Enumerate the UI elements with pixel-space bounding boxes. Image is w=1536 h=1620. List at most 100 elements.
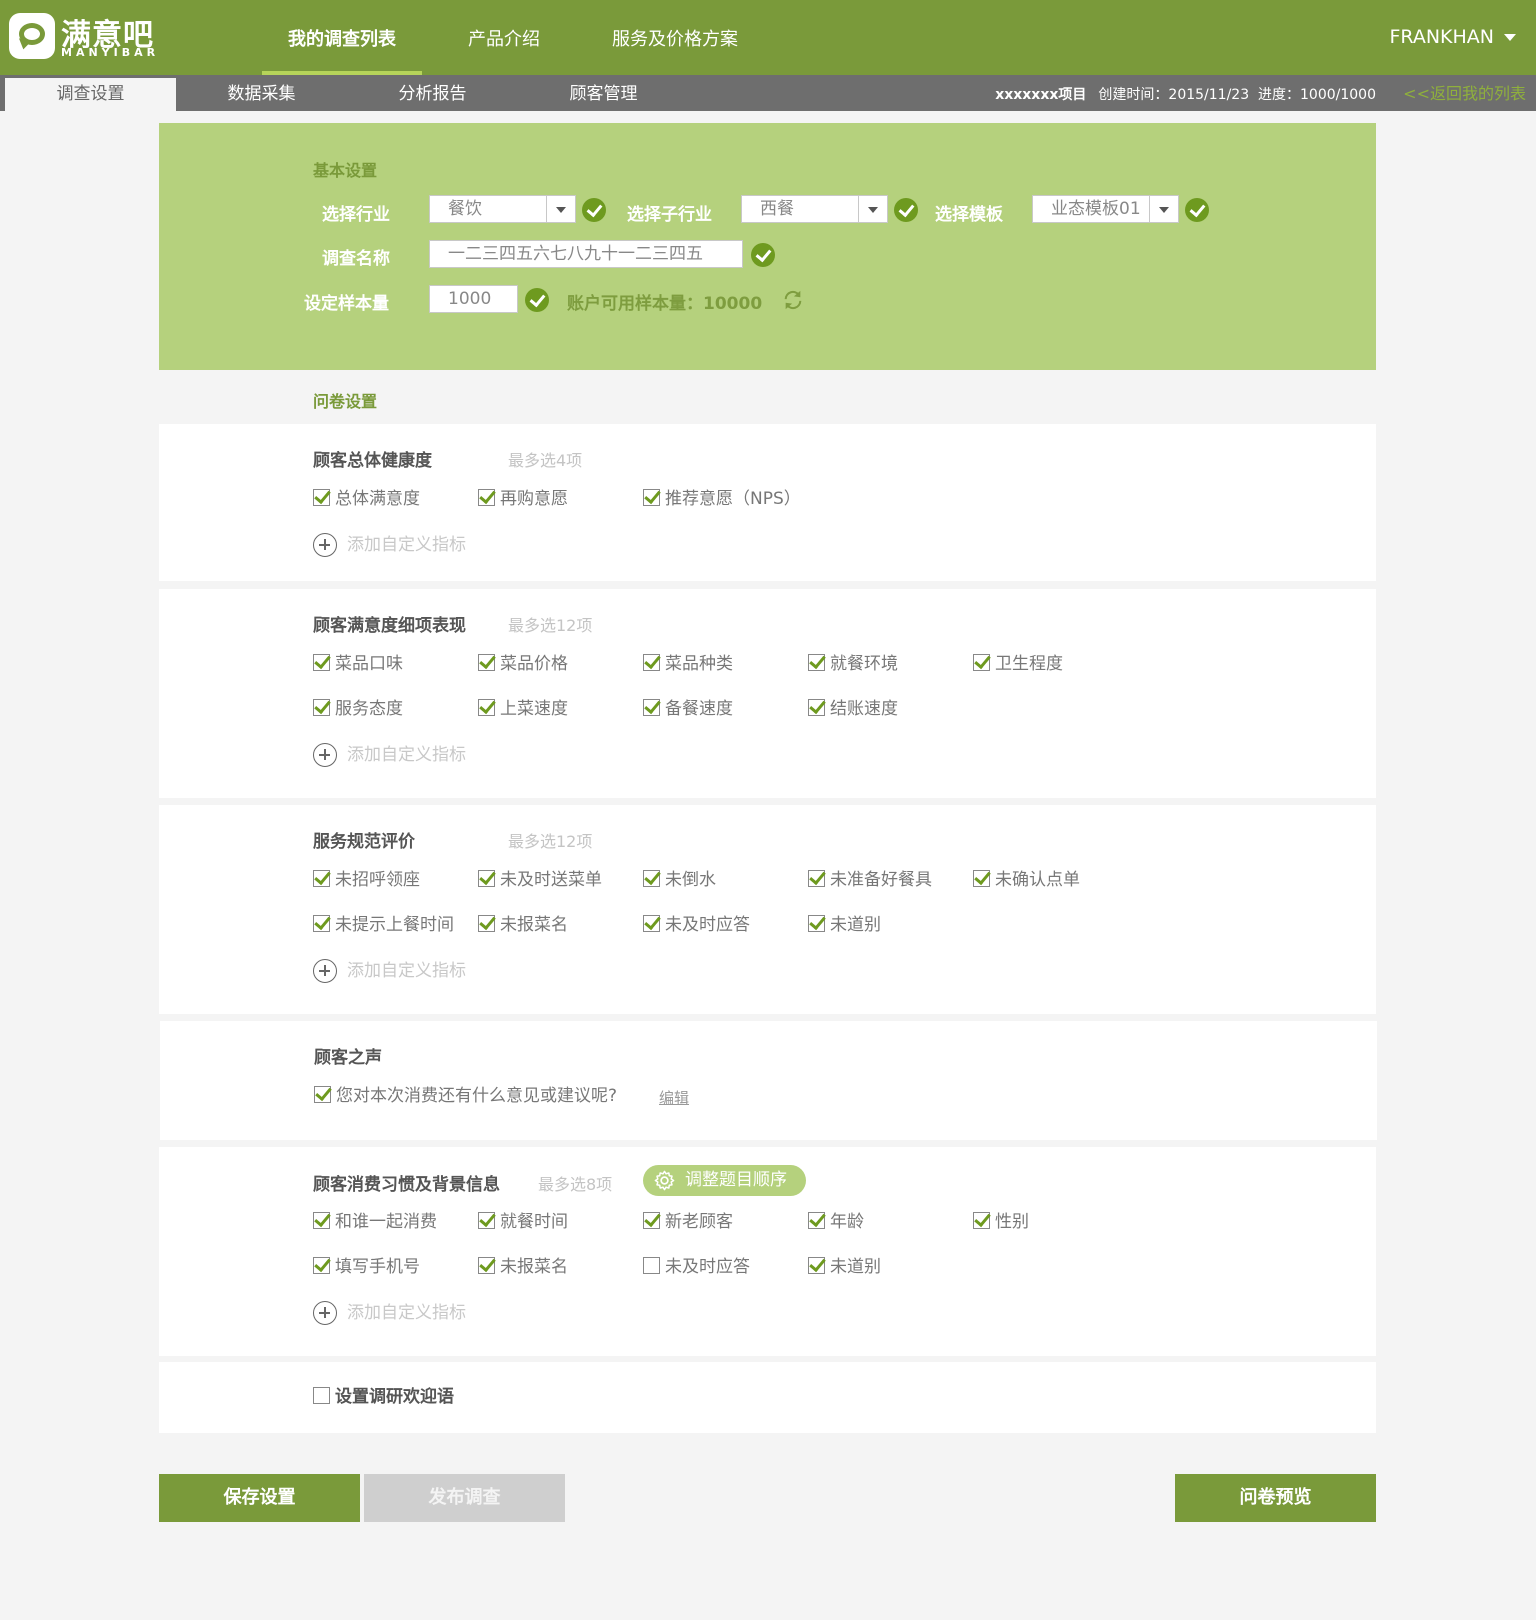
preview-questionnaire-button[interactable]: 问卷预览 (1175, 1474, 1376, 1522)
checkbox-checked-icon[interactable] (478, 489, 495, 506)
option-item[interactable]: 未确认点单 (973, 869, 1080, 891)
checkbox-unchecked-icon[interactable] (643, 1257, 660, 1274)
nav-product-intro[interactable]: 产品介绍 (442, 0, 566, 75)
checkbox-checked-icon[interactable] (973, 870, 990, 887)
checkbox-checked-icon[interactable] (973, 654, 990, 671)
sample-size-input[interactable]: 1000 (429, 285, 518, 313)
add-custom-metric-button[interactable]: 添加自定义指标 (313, 1300, 466, 1326)
checkbox-checked-icon[interactable] (808, 654, 825, 671)
tab-survey-settings[interactable]: 调查设置 (5, 78, 176, 111)
chevron-down-icon[interactable] (1149, 196, 1178, 222)
checkbox-checked-icon[interactable] (808, 1257, 825, 1274)
checkbox-checked-icon[interactable] (643, 1212, 660, 1229)
checkbox-checked-icon[interactable] (313, 1257, 330, 1274)
back-to-list-link[interactable]: <<返回我的列表 (1403, 75, 1526, 111)
option-item[interactable]: 和谁一起消费 (313, 1211, 437, 1233)
checkbox-checked-icon[interactable] (643, 654, 660, 671)
checkbox-checked-icon[interactable] (808, 1212, 825, 1229)
checkbox-checked-icon[interactable] (643, 870, 660, 887)
chevron-down-icon[interactable] (858, 196, 887, 222)
option-item[interactable]: 就餐环境 (808, 653, 898, 675)
template-select[interactable]: 业态模板01 (1032, 195, 1179, 223)
checkbox-checked-icon[interactable] (313, 489, 330, 506)
adjust-order-button[interactable]: 调整题目顺序 (643, 1165, 806, 1196)
habits-hint: 最多选8项 (538, 1175, 613, 1194)
option-item[interactable]: 服务态度 (313, 698, 403, 720)
option-item[interactable]: 未招呼领座 (313, 869, 420, 891)
welcome-option[interactable]: 设置调研欢迎语 (313, 1386, 454, 1408)
option-item[interactable]: 新老顾客 (643, 1211, 733, 1233)
option-item[interactable]: 备餐速度 (643, 698, 733, 720)
option-item[interactable]: 未报菜名 (478, 914, 568, 936)
refresh-icon[interactable] (782, 289, 804, 311)
checkbox-checked-icon[interactable] (808, 870, 825, 887)
nav-pricing[interactable]: 服务及价格方案 (586, 0, 764, 75)
edit-link[interactable]: 编辑 (659, 1087, 689, 1108)
chevron-down-icon[interactable] (546, 196, 575, 222)
option-item[interactable]: 上菜速度 (478, 698, 568, 720)
health-hint: 最多选4项 (508, 451, 583, 470)
tab-customer-management[interactable]: 顾客管理 (518, 78, 689, 111)
option-item[interactable]: 未道别 (808, 1256, 881, 1278)
available-samples-value: 10000 (703, 294, 763, 314)
survey-name-input[interactable]: 一二三四五六七八九十一二三四五 (429, 240, 743, 268)
voice-title: 顾客之声 (314, 1048, 382, 1068)
nav-my-surveys[interactable]: 我的调查列表 (262, 0, 422, 75)
publish-survey-button[interactable]: 发布调查 (364, 1474, 565, 1522)
save-settings-button[interactable]: 保存设置 (159, 1474, 360, 1522)
option-item[interactable]: 未报菜名 (478, 1256, 568, 1278)
option-item[interactable]: 性别 (973, 1211, 1029, 1233)
option-item[interactable]: 您对本次消费还有什么意见或建议呢? (314, 1085, 617, 1107)
checkbox-unchecked-icon[interactable] (313, 1387, 330, 1404)
option-item[interactable]: 填写手机号 (313, 1256, 420, 1278)
option-item[interactable]: 年龄 (808, 1211, 864, 1233)
option-item[interactable]: 卫生程度 (973, 653, 1063, 675)
sub-industry-select[interactable]: 西餐 (741, 195, 888, 223)
checkbox-checked-icon[interactable] (808, 699, 825, 716)
checkbox-checked-icon[interactable] (478, 870, 495, 887)
add-custom-metric-button[interactable]: 添加自定义指标 (313, 532, 466, 558)
checkbox-checked-icon[interactable] (313, 870, 330, 887)
option-item[interactable]: 未准备好餐具 (808, 869, 932, 891)
tab-data-collection[interactable]: 数据采集 (176, 78, 347, 111)
checkbox-checked-icon[interactable] (643, 489, 660, 506)
option-item[interactable]: 再购意愿 (478, 488, 568, 510)
checkbox-checked-icon[interactable] (313, 699, 330, 716)
tab-analysis-report[interactable]: 分析报告 (347, 78, 518, 111)
add-custom-metric-button[interactable]: 添加自定义指标 (313, 958, 466, 984)
option-item[interactable]: 就餐时间 (478, 1211, 568, 1233)
add-custom-metric-button[interactable]: 添加自定义指标 (313, 742, 466, 768)
plus-circle-icon (313, 1301, 337, 1325)
checkbox-checked-icon[interactable] (643, 699, 660, 716)
option-item[interactable]: 未倒水 (643, 869, 716, 891)
checkbox-checked-icon[interactable] (313, 1212, 330, 1229)
option-label: 就餐环境 (830, 654, 898, 674)
checkbox-checked-icon[interactable] (973, 1212, 990, 1229)
checkbox-checked-icon[interactable] (478, 915, 495, 932)
checkbox-checked-icon[interactable] (313, 654, 330, 671)
checkbox-checked-icon[interactable] (478, 699, 495, 716)
checkbox-checked-icon[interactable] (313, 915, 330, 932)
option-item[interactable]: 结账速度 (808, 698, 898, 720)
option-label: 和谁一起消费 (335, 1212, 437, 1232)
checkbox-checked-icon[interactable] (314, 1086, 331, 1103)
checkbox-checked-icon[interactable] (643, 915, 660, 932)
checkbox-checked-icon[interactable] (808, 915, 825, 932)
option-item[interactable]: 菜品口味 (313, 653, 403, 675)
option-item[interactable]: 菜品种类 (643, 653, 733, 675)
option-item[interactable]: 未及时应答 (643, 914, 750, 936)
option-item[interactable]: 总体满意度 (313, 488, 420, 510)
checkbox-checked-icon[interactable] (478, 1257, 495, 1274)
detail-hint: 最多选12项 (508, 616, 593, 635)
industry-select[interactable]: 餐饮 (429, 195, 576, 223)
option-item[interactable]: 未道别 (808, 914, 881, 936)
option-item[interactable]: 推荐意愿（NPS） (643, 488, 801, 510)
checkbox-checked-icon[interactable] (478, 654, 495, 671)
checkbox-checked-icon[interactable] (478, 1212, 495, 1229)
option-item[interactable]: 未提示上餐时间 (313, 914, 454, 936)
logo[interactable]: 满意吧 MANYIBAR (9, 13, 159, 61)
option-item[interactable]: 未及时送菜单 (478, 869, 602, 891)
option-item[interactable]: 菜品价格 (478, 653, 568, 675)
user-menu[interactable]: FRANKHAN (1389, 26, 1516, 48)
option-item[interactable]: 未及时应答 (643, 1256, 750, 1278)
